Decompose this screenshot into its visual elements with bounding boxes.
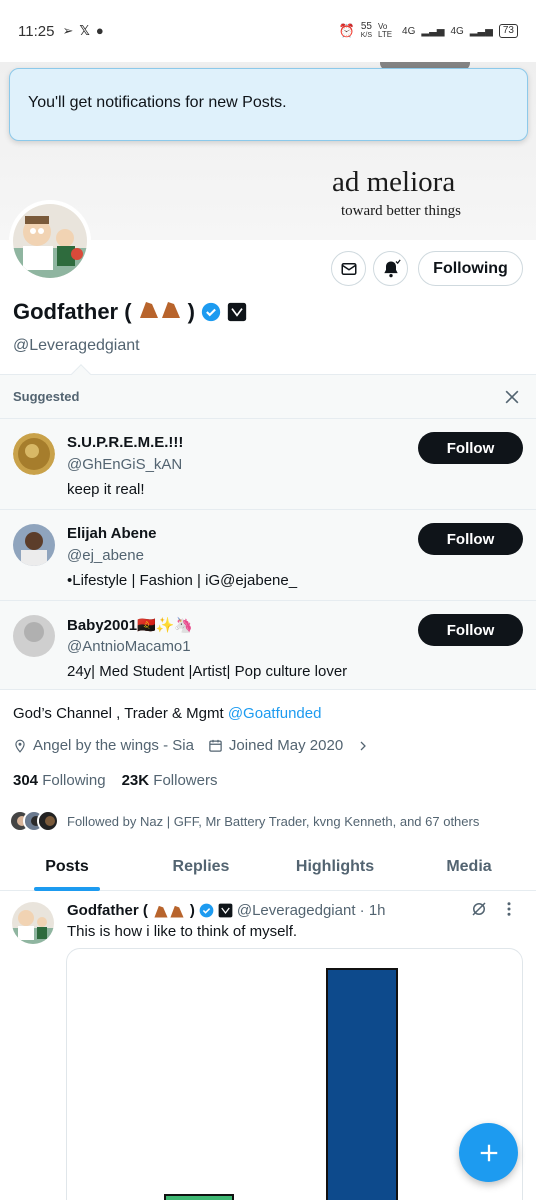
profile-meta: Angel by the wings - Sia Joined May 2020: [13, 737, 369, 754]
profile-bio: God’s Channel , Trader & Mgmt @Goatfunde…: [13, 705, 322, 722]
followed-by-text: Followed by Naz | GFF, Mr Battery Trader…: [67, 813, 480, 829]
battery-icon: 73: [498, 24, 518, 38]
suggested-panel: Suggested S.U.P.R.E.M.E.!!! @GhEnGiS_kAN…: [0, 364, 536, 692]
suggested-name[interactable]: S.U.P.R.E.M.E.!!!: [67, 434, 183, 451]
post-header: Godfather ( ) @Leveragedgiant · 1h: [67, 902, 386, 919]
profile-handle: @Leveragedgiant: [13, 337, 140, 354]
discord-icon: ●: [95, 23, 104, 38]
tab-replies[interactable]: Replies: [134, 846, 268, 890]
suggested-handle: @ej_abene: [67, 547, 144, 564]
compose-button[interactable]: [459, 1123, 518, 1182]
suggested-bio: •Lifestyle | Fashion | iG@ejabene_: [67, 572, 298, 589]
banner-motto-sub: toward better things: [341, 203, 461, 219]
network-speed: 55 K/S: [360, 21, 373, 40]
affiliate-badge-icon: [227, 302, 247, 321]
more-icon[interactable]: [506, 900, 512, 918]
short-bar: [164, 1194, 234, 1200]
status-notification-icons: ➢ 𝕏 ●: [62, 23, 103, 39]
suggested-handle: @AntnioMacamo1: [67, 638, 191, 655]
follow-button[interactable]: Follow: [418, 432, 523, 464]
plus-icon: [480, 1144, 497, 1161]
bell-plus-icon: [383, 258, 401, 277]
volte-icon: Vo LTE: [378, 22, 393, 39]
profile-joined: Joined May 2020: [228, 737, 344, 754]
status-bar: 11:25 ➢ 𝕏 ● ⏰ 55 K/S Vo LTE 4G ▂▃▅ 4G ▂▃…: [0, 0, 536, 62]
dogs-emoji-icon: [154, 905, 184, 918]
post-text: This is how i like to think of myself.: [67, 923, 298, 940]
messenger-icon: ➢: [62, 23, 74, 38]
post-author[interactable]: Godfather (: [67, 902, 148, 919]
followers-stat[interactable]: 23K Followers: [122, 772, 218, 789]
suggested-account[interactable]: Elijah Abene @ej_abene •Lifestyle | Fash…: [0, 510, 536, 601]
message-button[interactable]: [331, 251, 366, 286]
verified-badge-icon: [201, 302, 221, 321]
chevron-right-icon[interactable]: [357, 739, 369, 753]
verified-badge-icon: [199, 903, 214, 918]
grok-icon[interactable]: [470, 900, 488, 918]
profile-tabs: Posts Replies Highlights Media: [0, 846, 536, 891]
follow-button[interactable]: Follow: [418, 523, 523, 555]
profile-name: Godfather ( ): [13, 298, 247, 325]
mail-icon: [341, 262, 356, 275]
following-button[interactable]: Following: [418, 251, 523, 286]
notifications-button[interactable]: [373, 251, 408, 286]
suggested-avatar[interactable]: [13, 615, 55, 657]
dogs-emoji-icon: [138, 298, 182, 325]
followed-by-row[interactable]: Followed by Naz | GFF, Mr Battery Trader…: [9, 810, 479, 832]
avatar: [37, 810, 59, 832]
status-right-icons: ⏰ 55 K/S Vo LTE 4G ▂▃▅ 4G ▂▃▅ 73: [339, 22, 518, 40]
post-media-image[interactable]: [66, 948, 523, 1200]
suggested-avatar[interactable]: [13, 433, 55, 475]
profile-stats: 304 Following 23K Followers: [13, 772, 217, 789]
signal-2-label: 4G: [450, 25, 464, 37]
close-icon[interactable]: [502, 387, 522, 407]
banner-motto: ad meliora: [332, 166, 456, 198]
suggested-handle: @GhEnGiS_kAN: [67, 456, 183, 473]
suggested-account[interactable]: Baby2001🇦🇴✨🦄 @AntnioMacamo1 24y| Med Stu…: [0, 601, 536, 692]
suggested-account[interactable]: S.U.P.R.E.M.E.!!! @GhEnGiS_kAN keep it r…: [0, 419, 536, 510]
notification-toast: You'll get notifications for new Posts.: [9, 68, 528, 141]
suggested-name[interactable]: Baby2001🇦🇴✨🦄: [67, 616, 193, 634]
alarm-icon: ⏰: [338, 23, 355, 38]
suggested-bio: keep it real!: [67, 481, 145, 498]
location-icon: [15, 739, 25, 753]
signal-2-icon: ▂▃▅: [469, 25, 493, 37]
post-avatar[interactable]: [12, 902, 54, 944]
profile-name-text: Godfather (: [13, 298, 132, 324]
signal-1-icon: ▂▃▅: [421, 25, 445, 37]
profile-location: Angel by the wings - Sia: [33, 737, 194, 754]
tab-posts[interactable]: Posts: [0, 846, 134, 891]
tab-highlights[interactable]: Highlights: [268, 846, 402, 890]
calendar-icon: [209, 739, 222, 752]
suggested-name[interactable]: Elijah Abene: [67, 525, 156, 542]
flag-emoji: 🇦🇴✨🦄: [137, 617, 194, 634]
status-time: 11:25: [18, 22, 55, 40]
profile-name-close: ): [187, 298, 195, 324]
tab-media[interactable]: Media: [402, 846, 536, 890]
affiliate-badge-icon: [218, 903, 233, 918]
signal-1-label: 4G: [402, 25, 416, 37]
suggested-avatar[interactable]: [13, 524, 55, 566]
post-actions: [470, 900, 512, 918]
bio-mention-link[interactable]: @Goatfunded: [228, 705, 322, 722]
profile-avatar[interactable]: [9, 200, 91, 282]
follow-button[interactable]: Follow: [418, 614, 523, 646]
tall-bar: [326, 968, 398, 1200]
suggested-bio: 24y| Med Student |Artist| Pop culture lo…: [67, 663, 348, 680]
following-stat[interactable]: 304 Following: [13, 772, 106, 789]
x-app-icon: 𝕏: [79, 23, 90, 38]
post-handle-time: @Leveragedgiant · 1h: [236, 902, 386, 919]
